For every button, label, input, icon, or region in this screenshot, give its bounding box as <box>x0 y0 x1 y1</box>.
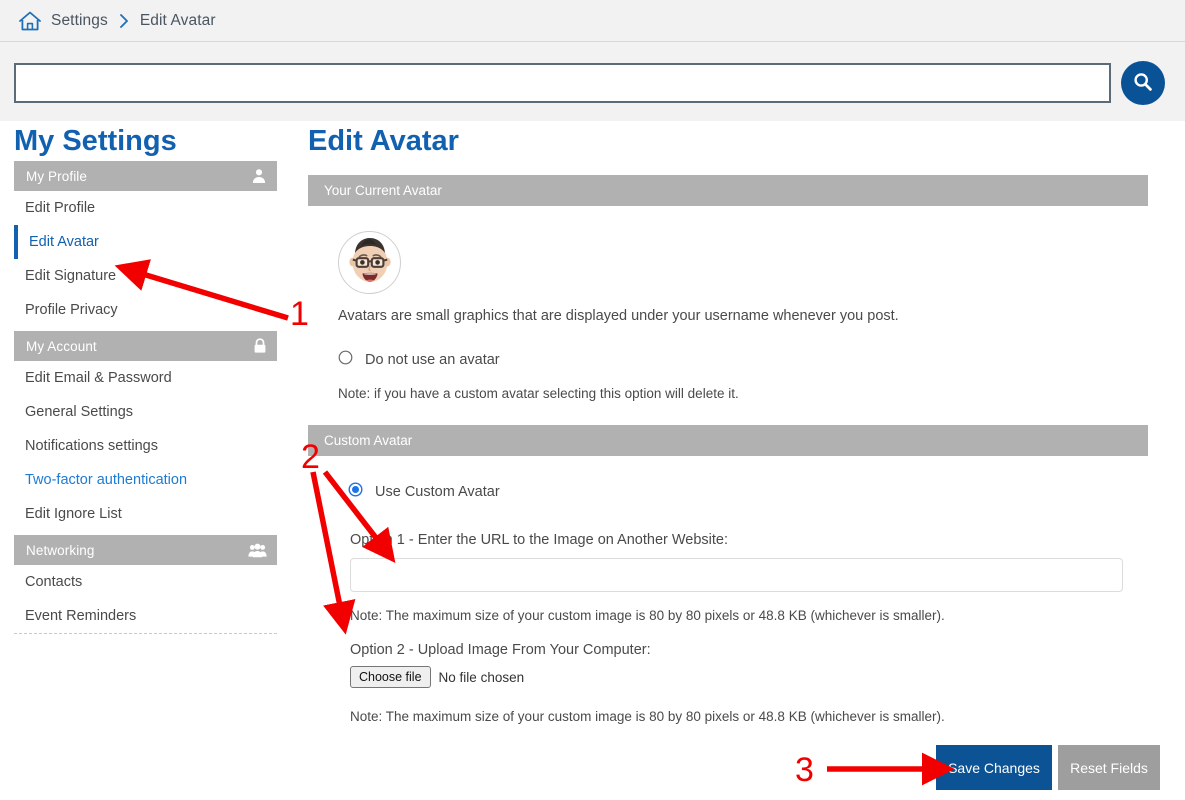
sidebar-group-label: My Account <box>26 338 97 354</box>
sidebar-group-label: Networking <box>26 542 95 558</box>
breadcrumb-item-edit-avatar[interactable]: Edit Avatar <box>140 12 216 30</box>
search-button[interactable] <box>1121 61 1165 105</box>
main-content: Edit Avatar Your Current Avatar Avatars … <box>308 121 1168 724</box>
sidebar-item-profile-privacy[interactable]: Profile Privacy <box>14 293 277 327</box>
annotation-number-1: 1 <box>290 295 309 333</box>
form-action-buttons: Save Changes Reset Fields <box>936 745 1160 790</box>
avatar-caption: Avatars are small graphics that are disp… <box>338 308 899 324</box>
sidebar-group-header-my-profile: My Profile <box>14 161 277 191</box>
label-option-2: Option 2 - Upload Image From Your Comput… <box>350 642 651 658</box>
sidebar-item-edit-profile[interactable]: Edit Profile <box>14 191 277 225</box>
radio-checked-icon[interactable] <box>348 482 363 502</box>
note-option-1: Note: The maximum size of your custom im… <box>350 608 945 623</box>
note-option-2: Note: The maximum size of your custom im… <box>350 709 945 724</box>
sidebar-item-notifications-settings[interactable]: Notifications settings <box>14 429 277 463</box>
sidebar-divider <box>14 633 277 634</box>
chevron-right-icon <box>117 12 131 30</box>
sidebar-group-header-networking: Networking <box>14 535 277 565</box>
sidebar: My Settings My Profile Edit Profile Edit… <box>0 121 290 634</box>
sidebar-item-label: Edit Profile <box>25 200 96 216</box>
radio-row-no-avatar[interactable]: Do not use an avatar <box>338 350 1168 370</box>
sidebar-item-label: Edit Email & Password <box>25 370 172 386</box>
choose-file-button[interactable]: Choose file <box>350 666 431 688</box>
sidebar-item-edit-ignore-list[interactable]: Edit Ignore List <box>14 497 277 531</box>
sidebar-item-label: Two-factor authentication <box>25 472 188 488</box>
file-status-text: No file chosen <box>438 669 525 685</box>
sidebar-item-edit-email-password[interactable]: Edit Email & Password <box>14 361 277 395</box>
sidebar-item-general-settings[interactable]: General Settings <box>14 395 277 429</box>
page-root: Settings Edit Avatar My Settings My Prof… <box>0 0 1185 800</box>
sidebar-item-label: Profile Privacy <box>25 302 118 318</box>
sidebar-item-label: Edit Avatar <box>29 234 99 250</box>
sidebar-item-two-factor-authentication[interactable]: Two-factor authentication <box>14 463 277 497</box>
sidebar-item-contacts[interactable]: Contacts <box>14 565 277 599</box>
radio-label-no-avatar: Do not use an avatar <box>365 352 500 368</box>
sidebar-item-label: Event Reminders <box>25 608 137 624</box>
breadcrumb-item-settings[interactable]: Settings <box>51 12 108 30</box>
page-title: Edit Avatar <box>308 125 459 157</box>
sidebar-item-event-reminders[interactable]: Event Reminders <box>14 599 277 633</box>
sidebar-title: My Settings <box>14 125 177 157</box>
avatar <box>338 231 401 294</box>
radio-label-use-custom-avatar: Use Custom Avatar <box>375 484 500 500</box>
file-upload-row: Choose file No file chosen <box>350 666 1168 688</box>
memoji-face-avatar-icon <box>341 232 399 293</box>
breadcrumb: Settings Edit Avatar <box>0 0 1185 42</box>
radio-row-use-custom-avatar[interactable]: Use Custom Avatar <box>348 482 1168 502</box>
note-no-avatar: Note: if you have a custom avatar select… <box>338 386 739 401</box>
annotation-number-3: 3 <box>795 751 814 789</box>
sidebar-item-label: Edit Ignore List <box>25 506 122 522</box>
sidebar-item-edit-avatar[interactable]: Edit Avatar <box>14 225 277 259</box>
label-option-1: Option 1 - Enter the URL to the Image on… <box>350 532 729 548</box>
home-icon[interactable] <box>18 10 42 32</box>
panel-header-current-avatar: Your Current Avatar <box>308 175 1148 206</box>
panel-header-label: Your Current Avatar <box>324 183 442 198</box>
sidebar-group-header-my-account: My Account <box>14 331 277 361</box>
panel-header-label: Custom Avatar <box>324 433 413 448</box>
sidebar-item-edit-signature[interactable]: Edit Signature <box>14 259 277 293</box>
sidebar-item-label: Edit Signature <box>25 268 117 284</box>
radio-unchecked-icon[interactable] <box>338 350 353 370</box>
sidebar-item-label: General Settings <box>25 404 134 420</box>
user-icon <box>251 168 267 184</box>
search-icon <box>1131 70 1155 97</box>
save-changes-button[interactable]: Save Changes <box>936 745 1052 790</box>
users-group-icon <box>248 543 267 558</box>
search-input[interactable] <box>14 63 1111 103</box>
reset-fields-button[interactable]: Reset Fields <box>1058 745 1160 790</box>
panel-header-custom-avatar: Custom Avatar <box>308 425 1148 456</box>
sidebar-item-label: Notifications settings <box>25 438 158 454</box>
sidebar-item-label: Contacts <box>25 574 83 590</box>
lock-icon <box>253 338 267 354</box>
sidebar-group-label: My Profile <box>26 168 88 184</box>
avatar-url-input[interactable] <box>350 558 1123 592</box>
